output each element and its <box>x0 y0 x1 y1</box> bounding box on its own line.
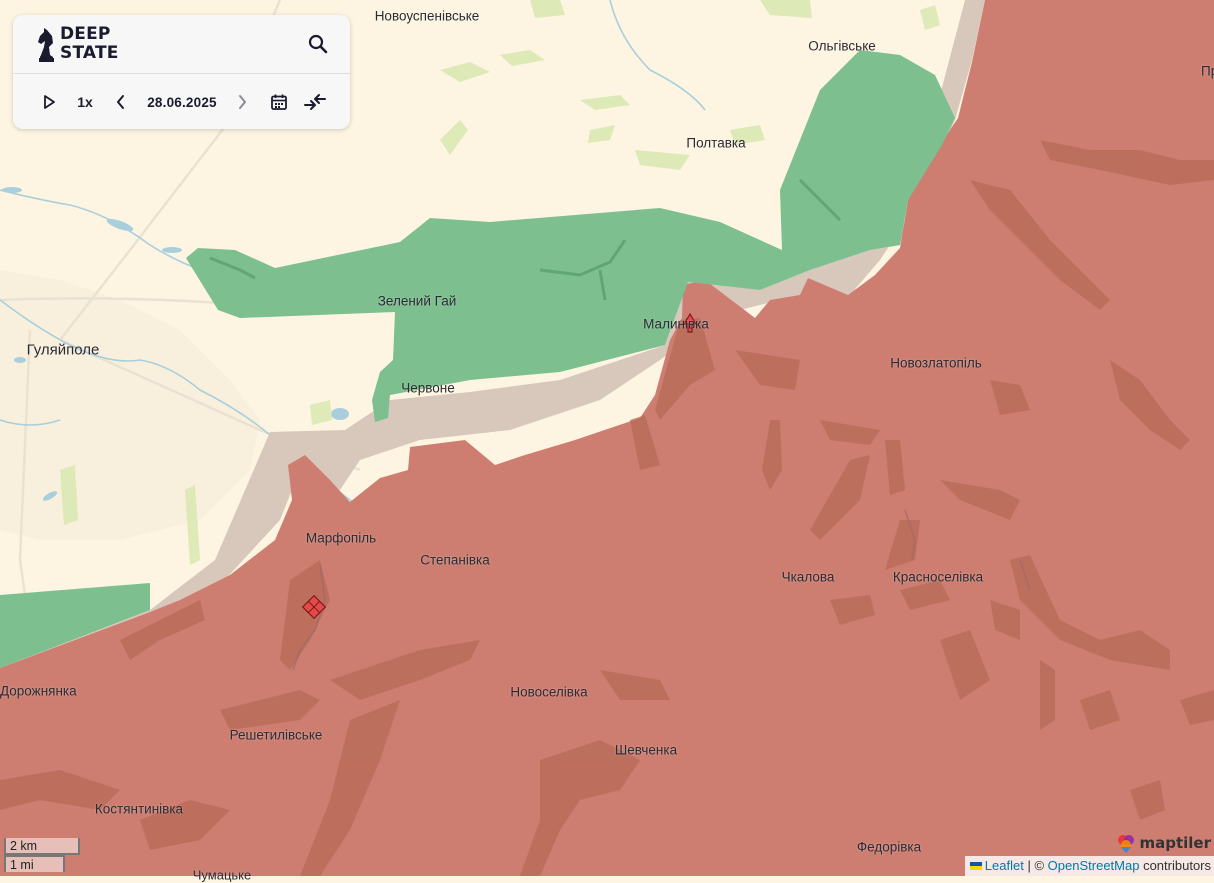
attribution-contributors: contributors <box>1143 858 1211 873</box>
calendar-icon <box>271 94 287 110</box>
place-label-chkalova: Чкалова <box>781 569 835 585</box>
openstreetmap-link[interactable]: OpenStreetMap <box>1048 858 1140 873</box>
logo-text: DEEP STATE <box>60 25 119 63</box>
place-label-zelenyi-hai: Зелений Гай <box>377 293 457 309</box>
compare-button[interactable] <box>302 91 328 113</box>
place-label-fedorivka: Федорівка <box>856 839 922 855</box>
leaflet-link[interactable]: Leaflet <box>985 858 1024 873</box>
scale-mi: 1 mi <box>4 855 65 872</box>
knight-logo-icon <box>38 28 54 62</box>
logo-text-line1: DEEP <box>60 24 111 44</box>
compare-arrows-icon <box>304 94 326 110</box>
deepstate-logo[interactable]: DEEP STATE <box>35 25 125 65</box>
place-label-chervone: Червоне <box>401 380 455 396</box>
timeline-controls: 1x 28.06.2025 <box>13 85 350 119</box>
search-button[interactable] <box>306 32 330 56</box>
search-icon <box>308 34 328 54</box>
maptiler-logo[interactable]: maptiler <box>1116 832 1211 854</box>
place-label-kostiantynivka: Костянтинівка <box>94 801 184 817</box>
current-date[interactable]: 28.06.2025 <box>142 91 222 113</box>
place-label-shevchenka: Шевченка <box>614 742 678 758</box>
chevron-right-icon <box>239 95 246 109</box>
panel-header: DEEP STATE <box>13 15 350 74</box>
place-label-malynivka: Малинівка <box>643 316 709 332</box>
chevron-left-icon <box>117 95 124 109</box>
previous-date-button[interactable] <box>111 91 131 113</box>
place-label-olhivske: Ольгівське <box>808 38 876 54</box>
place-label-novoselivka: Новоселівка <box>510 684 588 700</box>
next-date-button[interactable] <box>232 91 252 113</box>
maptiler-logo-icon <box>1118 835 1135 853</box>
place-label-dorozhnianka: Дорожнянка <box>0 683 77 699</box>
control-panel: DEEP STATE 1x 28.06.2025 <box>13 15 350 129</box>
place-label-poltavka: Полтавка <box>686 135 746 151</box>
place-label-novozlatopil: Новозлатопіль <box>890 355 982 371</box>
play-button[interactable] <box>39 91 59 113</box>
scale-km: 2 km <box>4 838 80 855</box>
place-label-edge-pr: Пр <box>1201 63 1214 79</box>
play-icon <box>44 95 55 109</box>
place-label-reshetylivske: Решетилівське <box>229 727 323 743</box>
scale-bar: 2 km 1 mi <box>4 838 80 872</box>
place-label-krasnoselivka: Красноселівка <box>892 569 984 585</box>
calendar-button[interactable] <box>268 91 290 113</box>
ukraine-flag-icon <box>969 862 982 870</box>
map-attribution: Leaflet | © OpenStreetMap contributors <box>964 856 1214 876</box>
place-label-huliaipole: Гуляйполе <box>26 341 100 359</box>
logo-text-line2: STATE <box>60 43 119 63</box>
speed-button[interactable]: 1x <box>73 91 97 113</box>
place-label-stepanivka: Степанівка <box>420 552 490 568</box>
maptiler-text: maptiler <box>1139 834 1211 852</box>
map-canvas[interactable] <box>0 0 1214 876</box>
place-label-marfopil: Марфопіль <box>305 530 377 546</box>
place-label-novouspenivske: Новоуспенівське <box>374 8 480 24</box>
attribution-separator: | © <box>1027 858 1045 873</box>
place-label-chumatske: Чумацьке <box>192 867 252 883</box>
